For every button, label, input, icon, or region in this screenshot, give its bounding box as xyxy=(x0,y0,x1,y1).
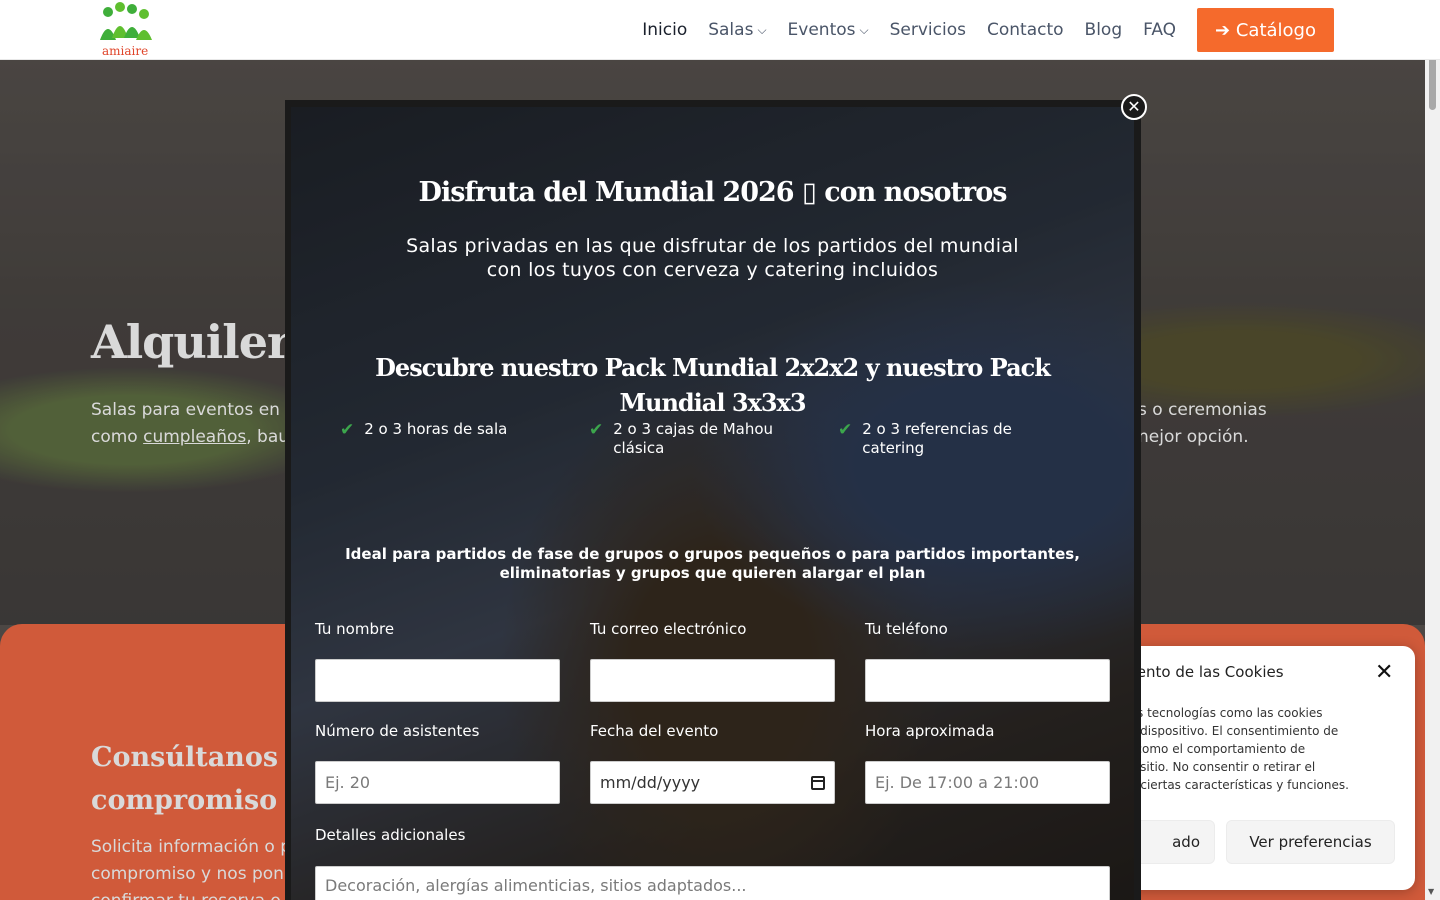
nav-eventos-label: Eventos xyxy=(787,20,856,40)
nav-eventos[interactable]: Eventos ⌵ xyxy=(788,20,869,40)
feature-line: catering xyxy=(862,439,925,457)
time-placeholder: Ej. De 17:00 a 21:00 xyxy=(875,773,1040,792)
modal-subtitle-line1: Salas privadas en las que disfrutar de l… xyxy=(406,235,1019,257)
cookie-text-line: del dispositivo. El consentimiento de xyxy=(1118,724,1339,738)
catalog-button[interactable]: ➔ Catálogo xyxy=(1197,8,1334,52)
nav-inicio-label: Inicio xyxy=(642,20,688,40)
nav-blog-label: Blog xyxy=(1084,20,1123,40)
close-icon[interactable]: ✕ xyxy=(1375,660,1393,685)
calendar-icon[interactable] xyxy=(811,775,825,790)
ideal-text-line1: Ideal para partidos de fase de grupos o … xyxy=(345,545,1080,563)
feature-line: 2 o 3 cajas de Mahou xyxy=(613,420,774,438)
email-label: Tu correo electrónico xyxy=(590,620,747,638)
nav-inicio[interactable]: Inicio xyxy=(642,20,687,40)
nav-servicios[interactable]: Servicios xyxy=(890,20,966,40)
ideal-text-line2: eliminatorias y grupos que quieren alarg… xyxy=(499,564,926,582)
phone-input[interactable] xyxy=(865,659,1110,702)
feature-line: clásica xyxy=(613,439,665,457)
feature-text: 2 o 3 cajas de Mahou clásica xyxy=(613,420,773,458)
nav-salas[interactable]: Salas ⌵ xyxy=(708,20,766,40)
site-header: amiaire Inicio Salas ⌵ Eventos ⌵ Servicios… xyxy=(0,0,1440,60)
feature-item: ✔ 2 o 3 cajas de Mahou clásica xyxy=(589,420,773,458)
cookie-text-line: ste sitio. No consentir o retirar el xyxy=(1118,760,1316,774)
cookie-preferences-button[interactable]: Ver preferencias xyxy=(1226,820,1395,864)
cookie-banner: miento de las Cookies ✕ mos tecnologías … xyxy=(1100,646,1415,890)
mundial-modal: Disfruta del Mundial 2026 ▯ con nosotros… xyxy=(285,100,1141,900)
modal-close-icon[interactable]: ✕ xyxy=(1121,94,1147,120)
feature-text: 2 o 3 horas de sala xyxy=(364,420,507,439)
modal-subtitle-line2: con los tuyos con cerveza y catering inc… xyxy=(486,259,939,281)
attendees-placeholder: Ej. 20 xyxy=(325,773,371,792)
chevron-down-icon: ⌵ xyxy=(757,22,767,37)
cookie-title: miento de las Cookies xyxy=(1118,663,1284,681)
modal-subtitle: Salas privadas en las que disfrutar de l… xyxy=(291,234,1134,282)
page-scrollbar[interactable]: ▲ ▼ xyxy=(1425,0,1440,900)
nav-servicios-label: Servicios xyxy=(889,20,966,40)
name-label: Tu nombre xyxy=(315,620,395,638)
cookie-text-line: mos tecnologías como las cookies xyxy=(1118,706,1323,720)
time-input[interactable]: Ej. De 17:00 a 21:00 xyxy=(865,761,1110,804)
nav-salas-label: Salas xyxy=(708,20,754,40)
feature-text: 2 o 3 referencias de catering xyxy=(862,420,1012,458)
chevron-down-icon: ⌵ xyxy=(859,22,869,37)
nav-contacto[interactable]: Contacto xyxy=(987,20,1064,40)
feature-line: 2 o 3 horas de sala xyxy=(364,420,508,438)
cookie-text-line: os como el comportamiento de xyxy=(1118,742,1306,756)
details-placeholder: Decoración, alergías alimenticias, sitio… xyxy=(325,876,747,895)
date-label: Fecha del evento xyxy=(590,722,719,740)
date-placeholder: mm/dd/yyyy xyxy=(600,773,701,792)
nav-faq[interactable]: FAQ xyxy=(1143,20,1176,40)
date-input[interactable]: mm/dd/yyyy xyxy=(590,761,835,804)
check-icon: ✔ xyxy=(340,420,355,440)
main-nav: Inicio Salas ⌵ Eventos ⌵ Servicios Contact… xyxy=(621,0,1334,60)
time-label: Hora aproximada xyxy=(865,722,995,740)
site-logo[interactable]: amiaire xyxy=(94,0,158,60)
attendees-input[interactable]: Ej. 20 xyxy=(315,761,560,804)
cookie-text: mos tecnologías como las cookies del dis… xyxy=(1118,704,1403,794)
modal-content: Disfruta del Mundial 2026 ▯ con nosotros… xyxy=(291,107,1134,900)
nav-contacto-label: Contacto xyxy=(986,20,1064,40)
feature-item: ✔ 2 o 3 referencias de catering xyxy=(838,420,1012,458)
check-icon: ✔ xyxy=(589,420,604,440)
details-textarea[interactable]: Decoración, alergías alimenticias, sitio… xyxy=(315,866,1110,900)
phone-label: Tu teléfono xyxy=(865,620,948,638)
scroll-down-arrow-icon[interactable]: ▼ xyxy=(1428,887,1434,896)
check-icon: ✔ xyxy=(838,420,853,440)
nav-blog[interactable]: Blog xyxy=(1085,20,1123,40)
feature-item: ✔ 2 o 3 horas de sala xyxy=(340,420,507,440)
feature-line: 2 o 3 referencias de xyxy=(862,420,1012,438)
ideal-text: Ideal para partidos de fase de grupos o … xyxy=(291,545,1134,583)
modal-title: Disfruta del Mundial 2026 ▯ con nosotros xyxy=(418,177,1008,208)
attendees-label: Número de asistentes xyxy=(315,722,480,740)
email-input[interactable] xyxy=(590,659,835,702)
svg-text:amiaire: amiaire xyxy=(102,44,148,58)
nav-faq-label: FAQ xyxy=(1143,20,1177,40)
details-label: Detalles adicionales xyxy=(315,826,466,844)
pack-title: Descubre nuestro Pack Mundial 2x2x2 y nu… xyxy=(375,353,1051,417)
name-input[interactable] xyxy=(315,659,560,702)
cookie-text-line: e a ciertas características y funciones. xyxy=(1118,778,1349,792)
